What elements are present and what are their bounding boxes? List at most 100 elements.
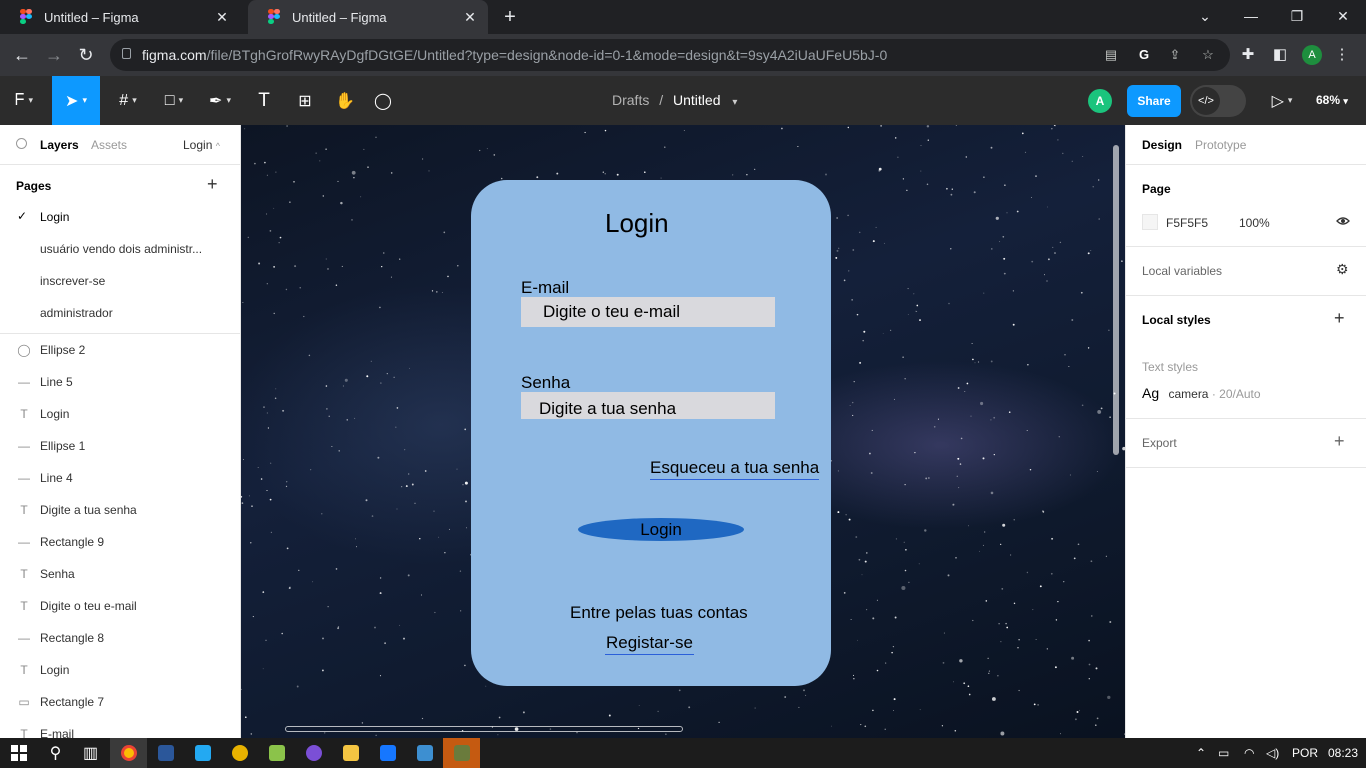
tab-assets[interactable]: Assets — [91, 138, 127, 152]
frame-tool-icon[interactable]: # ▾ — [106, 76, 150, 125]
add-export-button[interactable]: + — [1334, 431, 1345, 452]
share-page-icon[interactable]: ⇪ — [1166, 46, 1184, 64]
close-tab-icon[interactable]: ✕ — [214, 9, 230, 26]
layer-item[interactable]: — Line 5 — [0, 366, 240, 398]
layer-item[interactable]: ◯ Ellipse 2 — [0, 334, 240, 366]
back-button[interactable]: ← — [10, 43, 34, 67]
layer-item[interactable]: — Rectangle 8 — [0, 622, 240, 654]
login-button[interactable]: Login — [578, 518, 744, 541]
vscode-taskbar-icon[interactable] — [184, 738, 221, 768]
search-icon[interactable]: ⚲ — [37, 738, 74, 768]
layer-item[interactable]: T Digite a tua senha — [0, 494, 240, 526]
file-explorer-taskbar-icon[interactable] — [332, 738, 369, 768]
close-window-button[interactable]: ✕ — [1320, 0, 1366, 34]
browser-tab-1[interactable]: Untitled – Figma ✕ — [0, 0, 240, 34]
email-field[interactable]: Digite o teu e-mail — [521, 297, 775, 327]
app-taskbar-icon[interactable] — [221, 738, 258, 768]
page-item[interactable]: inscrever-se — [0, 265, 240, 297]
tab-layers[interactable]: Layers — [40, 138, 79, 152]
layer-item[interactable]: T E-mail — [0, 718, 240, 738]
battery-icon[interactable]: ▭ — [1218, 746, 1229, 760]
register-link[interactable]: Registar-se — [605, 633, 694, 655]
text-style-item[interactable]: Ag camera · 20/Auto — [1142, 385, 1261, 401]
shape-tool-icon[interactable]: □ ▾ — [152, 76, 196, 125]
hand-tool-icon[interactable]: ✋ — [330, 76, 360, 125]
vertical-scrollbar[interactable] — [1113, 145, 1119, 455]
pen-tool-icon[interactable]: ✒ ▾ — [198, 76, 242, 125]
github-taskbar-icon[interactable] — [295, 738, 332, 768]
restore-button[interactable]: ❐ — [1274, 0, 1320, 34]
tab-design[interactable]: Design — [1142, 138, 1182, 152]
move-tool-icon[interactable]: ➤ ▾ — [52, 76, 100, 125]
present-play-icon[interactable]: ▷ ▾ — [1262, 76, 1302, 125]
clock[interactable]: 08:23 — [1328, 746, 1358, 760]
text-tool-icon[interactable]: T — [250, 76, 278, 125]
task-view-icon[interactable]: ▥ — [72, 738, 109, 768]
page-opacity[interactable]: 100% — [1239, 216, 1270, 230]
add-page-button[interactable]: + — [207, 174, 218, 195]
star — [298, 569, 300, 572]
clipboard-icon[interactable]: ▤ — [1102, 46, 1120, 64]
resources-tool-icon[interactable]: ⊞ — [290, 76, 320, 125]
app-taskbar-icon[interactable] — [258, 738, 295, 768]
side-panel-icon[interactable]: ◧ — [1268, 43, 1292, 67]
forward-button[interactable]: → — [42, 43, 66, 67]
share-button[interactable]: Share — [1127, 85, 1181, 117]
close-tab-icon[interactable]: ✕ — [462, 9, 478, 26]
layer-item[interactable]: — Ellipse 1 — [0, 430, 240, 462]
page-item[interactable]: usuário vendo dois administr... — [0, 233, 240, 265]
search-icon[interactable] — [16, 138, 27, 149]
app-taskbar-icon[interactable] — [443, 738, 480, 768]
current-page-selector[interactable]: Login ^ — [183, 138, 220, 152]
chrome-taskbar-icon[interactable] — [110, 738, 147, 768]
new-tab-button[interactable]: + — [498, 5, 522, 29]
password-field[interactable]: Digite a tua senha — [521, 392, 775, 419]
layer-item[interactable]: — Rectangle 9 — [0, 526, 240, 558]
layer-item[interactable]: T Login — [0, 398, 240, 430]
browser-tab-2[interactable]: Untitled – Figma ✕ — [248, 0, 488, 34]
page-color-hex[interactable]: F5F5F5 — [1166, 216, 1208, 230]
chevron-down-icon[interactable]: ▾ — [732, 97, 737, 108]
bookmark-star-icon[interactable]: ☆ — [1199, 46, 1217, 64]
volume-icon[interactable]: ◁) — [1266, 746, 1279, 760]
zoom-level[interactable]: 68% ▾ — [1316, 93, 1348, 107]
file-name[interactable]: Untitled — [673, 92, 720, 108]
wifi-icon[interactable]: ◠ — [1244, 746, 1254, 760]
local-variables-section[interactable]: Local variables ⚙ — [1126, 247, 1366, 296]
comment-tool-icon[interactable]: ◯ — [368, 76, 398, 125]
keyboard-taskbar-icon[interactable] — [406, 738, 443, 768]
tab-prototype[interactable]: Prototype — [1195, 138, 1246, 152]
profile-avatar[interactable]: A — [1302, 45, 1322, 65]
layer-item[interactable]: T Login — [0, 654, 240, 686]
collaborator-avatar[interactable]: A — [1088, 89, 1112, 113]
canvas[interactable]: Login E-mail Digite o teu e-mail Senha D… — [241, 125, 1125, 738]
address-bar[interactable]: figma.com/file/BTghGrofRwyRAyDgfDGtGE/Un… — [110, 39, 1230, 71]
forgot-password-link[interactable]: Esqueceu a tua senha — [650, 458, 820, 480]
layer-item[interactable]: — Line 4 — [0, 462, 240, 494]
reload-button[interactable]: ↻ — [74, 43, 98, 67]
language-indicator[interactable]: POR — [1292, 746, 1318, 760]
dev-mode-toggle[interactable]: </> — [1190, 85, 1246, 117]
figma-main-menu-icon[interactable]: ᖴ ▾ — [0, 76, 48, 125]
eye-icon[interactable] — [1336, 214, 1350, 228]
show-hidden-icons-icon[interactable]: ⌃ — [1196, 746, 1206, 760]
page-item[interactable]: ✓ Login — [0, 201, 240, 233]
app-taskbar-icon[interactable] — [369, 738, 406, 768]
chrome-menu-icon[interactable]: ⋮ — [1330, 43, 1354, 67]
tab-search-chevron-icon[interactable]: ⌄ — [1182, 0, 1228, 34]
breadcrumb-drafts[interactable]: Drafts — [612, 92, 649, 108]
word-taskbar-icon[interactable] — [147, 738, 184, 768]
sliders-icon[interactable]: ⚙ — [1336, 261, 1349, 278]
minimize-button[interactable]: — — [1228, 0, 1274, 34]
add-style-button[interactable]: + — [1334, 308, 1345, 329]
layer-item[interactable]: T Senha — [0, 558, 240, 590]
page-item[interactable]: administrador — [0, 297, 240, 329]
page-color-swatch[interactable] — [1142, 214, 1158, 230]
layer-item[interactable]: T Digite o teu e-mail — [0, 590, 240, 622]
extensions-puzzle-icon[interactable]: ✚ — [1236, 43, 1260, 67]
login-frame[interactable]: Login E-mail Digite o teu e-mail Senha D… — [471, 180, 831, 686]
windows-start-icon[interactable] — [0, 738, 37, 768]
google-lens-icon[interactable]: G — [1135, 46, 1153, 64]
horizontal-scrollbar[interactable] — [285, 726, 683, 732]
layer-item[interactable]: ▭ Rectangle 7 — [0, 686, 240, 718]
